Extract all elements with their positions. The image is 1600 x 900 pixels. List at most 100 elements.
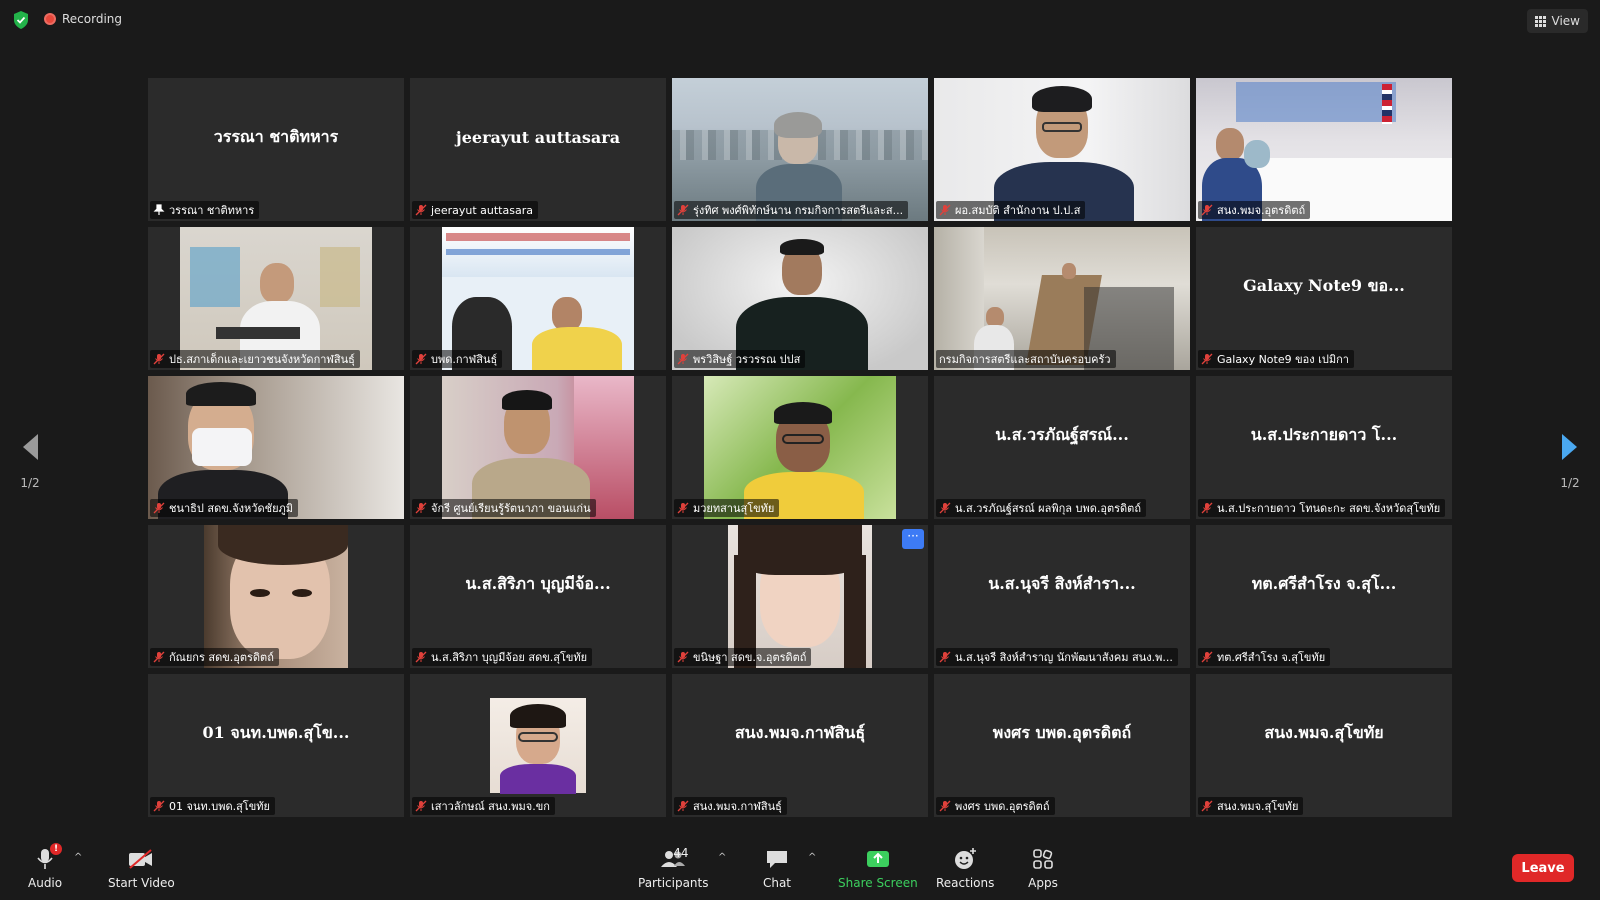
- participant-name: น.ส.ประกายดาว โทนดะกะ สดข.จังหวัดสุโขทัย: [1217, 502, 1441, 515]
- muted-mic-icon: [677, 204, 689, 216]
- previous-page-button[interactable]: 1/2: [10, 432, 50, 490]
- participant-tile[interactable]: ปธ.สภาเด็กและเยาวชนจังหวัดกาฬสินธุ์: [148, 227, 404, 370]
- participant-tile[interactable]: พงศร บพด.อุตรดิตถ์ พงศร บพด.อุตรดิตถ์: [934, 674, 1190, 817]
- participant-tile[interactable]: สนง.พมจ.สุโขทัย สนง.พมจ.สุโขทัย: [1196, 674, 1452, 817]
- active-speaker-tile[interactable]: กรมกิจการสตรีและสถาบันครอบครัว: [934, 227, 1190, 370]
- participant-tile[interactable]: น.ส.สิริภา บุญมีจ้อ... น.ส.สิริภา บุญมีจ…: [410, 525, 666, 668]
- participant-display-name: 01 จนท.บพด.สุโข...: [202, 723, 350, 742]
- participant-name: สนง.พมจ.กาฬสินธุ์: [693, 800, 782, 813]
- participant-tile[interactable]: มวยทสานสุโขทัย: [672, 376, 928, 519]
- muted-mic-icon: [677, 800, 689, 812]
- participant-name-tag: Galaxy Note9 ของ เปมิกา: [1198, 350, 1354, 368]
- participant-tile[interactable]: jeerayut auttasara jeerayut auttasara: [410, 78, 666, 221]
- participant-tile[interactable]: ชนาธิป สดข.จังหวัดชัยภูมิ: [148, 376, 404, 519]
- participant-name-tag: มวยทสานสุโขทัย: [674, 499, 780, 517]
- arrow-right-icon: [1562, 434, 1577, 460]
- participant-tile[interactable]: จักรี ศูนย์เรียนรู้รัตนาภา ขอนแก่น: [410, 376, 666, 519]
- participant-video: [728, 525, 872, 668]
- more-options-button[interactable]: ···: [902, 529, 924, 549]
- participant-tile[interactable]: น.ส.นุจรี สิงห์สำรา... น.ส.นุจรี สิงห์สำ…: [934, 525, 1190, 668]
- participant-tile[interactable]: บพด.กาฬสินธุ์: [410, 227, 666, 370]
- reactions-button[interactable]: Reactions: [936, 846, 994, 890]
- participant-name-tag: รุ่งทิศ พงศ์พิทักษ์นาน กรมกิจการสตรีและส…: [674, 201, 909, 219]
- audio-options-caret-icon[interactable]: ^: [74, 852, 82, 863]
- muted-mic-icon: [153, 800, 165, 812]
- participant-video: [148, 376, 404, 519]
- apps-button[interactable]: Apps: [1028, 846, 1058, 890]
- muted-mic-icon: [1201, 800, 1213, 812]
- participant-name-tag: กรมกิจการสตรีและสถาบันครอบครัว: [936, 350, 1116, 368]
- start-video-label: Start Video: [108, 876, 175, 890]
- muted-mic-icon: [939, 502, 951, 514]
- encryption-shield-icon[interactable]: [12, 10, 30, 30]
- audio-button[interactable]: ! Audio: [28, 843, 63, 890]
- participant-name-tag: จักรี ศูนย์เรียนรู้รัตนาภา ขอนแก่น: [412, 499, 596, 517]
- participant-tile[interactable]: สนง.พมจ.อุตรดิตถ์: [1196, 78, 1452, 221]
- muted-mic-icon: [153, 502, 165, 514]
- participant-tile[interactable]: น.ส.ประกายดาว โ... น.ส.ประกายดาว โทนดะกะ…: [1196, 376, 1452, 519]
- leave-meeting-button[interactable]: Leave: [1512, 854, 1574, 882]
- participant-name-tag: สนง.พมจ.อุตรดิตถ์: [1198, 201, 1311, 219]
- participant-name: กรมกิจการสตรีและสถาบันครอบครัว: [939, 353, 1111, 366]
- participant-display-name: jeerayut auttasara: [455, 128, 621, 147]
- participant-name-tag: ผอ.สมบัติ สำนักงาน ป.ป.ส: [936, 201, 1086, 219]
- participant-tile[interactable]: เสาวลักษณ์ สนง.พมจ.ขก: [410, 674, 666, 817]
- participant-tile[interactable]: กัณยกร สดข.อุตรดิตถ์: [148, 525, 404, 668]
- participant-name-tag: ปธ.สภาเด็กและเยาวชนจังหวัดกาฬสินธุ์: [150, 350, 360, 368]
- participant-tile[interactable]: วรรณา ชาติทหาร วรรณา ชาติทหาร: [148, 78, 404, 221]
- muted-mic-icon: [415, 353, 427, 365]
- participant-tile[interactable]: พรวิสิษฐ์ วรวรรณ ปปส: [672, 227, 928, 370]
- participant-video: [442, 376, 634, 519]
- participant-display-name: พงศร บพด.อุตรดิตถ์: [992, 723, 1132, 742]
- participant-tile[interactable]: ทต.ศรีสำโรง จ.สุโ... ทต.ศรีสำโรง จ.สุโขท…: [1196, 525, 1452, 668]
- chat-options-caret-icon[interactable]: ^: [808, 852, 816, 863]
- participant-name: 01 จนท.บพด.สุโขทัย: [169, 800, 270, 813]
- share-screen-icon: [866, 851, 889, 867]
- participants-button[interactable]: 44 Participants: [638, 846, 709, 890]
- muted-mic-icon: [677, 353, 689, 365]
- participant-name-tag: เสาวลักษณ์ สนง.พมจ.ขก: [412, 797, 555, 815]
- participant-display-name: น.ส.วรภัณฐ์สรณ์...: [995, 425, 1129, 444]
- view-button[interactable]: View: [1526, 9, 1588, 33]
- grid-view-icon: [1534, 15, 1546, 27]
- muted-mic-icon: [1201, 502, 1213, 514]
- audio-warning-badge: !: [50, 843, 63, 855]
- participant-name: สนง.พมจ.สุโขทัย: [1217, 800, 1299, 813]
- participant-video: [672, 227, 928, 370]
- participant-tile[interactable]: สนง.พมจ.กาฬสินธุ์ สนง.พมจ.กาฬสินธุ์: [672, 674, 928, 817]
- participants-count: 44: [673, 846, 689, 860]
- participant-tile[interactable]: ผอ.สมบัติ สำนักงาน ป.ป.ส: [934, 78, 1190, 221]
- participant-name: Galaxy Note9 ของ เปมิกา: [1217, 353, 1349, 366]
- participant-name: ปธ.สภาเด็กและเยาวชนจังหวัดกาฬสินธุ์: [169, 353, 355, 366]
- participant-gallery: วรรณา ชาติทหาร วรรณา ชาติทหาร jeerayut a…: [148, 78, 1454, 822]
- share-screen-button[interactable]: Share Screen: [838, 846, 918, 890]
- participant-video: [934, 78, 1190, 221]
- recording-indicator[interactable]: Recording: [44, 12, 122, 26]
- reactions-smiley-icon: [955, 848, 977, 869]
- participant-tile[interactable]: รุ่งทิศ พงศ์พิทักษ์นาน กรมกิจการสตรีและส…: [672, 78, 928, 221]
- participant-tile[interactable]: 01 จนท.บพด.สุโข... 01 จนท.บพด.สุโขทัย: [148, 674, 404, 817]
- muted-mic-icon: [939, 651, 951, 663]
- chat-icon: [767, 851, 787, 868]
- start-video-button[interactable]: Start Video: [108, 846, 175, 890]
- participant-name-tag: พงศร บพด.อุตรดิตถ์: [936, 797, 1055, 815]
- muted-mic-icon: [153, 353, 165, 365]
- apps-label: Apps: [1028, 876, 1058, 890]
- next-page-button[interactable]: 1/2: [1550, 432, 1590, 490]
- participant-video: [672, 78, 928, 221]
- muted-mic-icon: [939, 800, 951, 812]
- participant-name: ทต.ศรีสำโรง จ.สุโขทัย: [1217, 651, 1326, 664]
- participant-name: น.ส.นุจรี สิงห์สำราญ นักพัฒนาสังคม สนง.พ…: [955, 651, 1173, 664]
- participant-video: [180, 227, 372, 370]
- chat-button[interactable]: Chat: [762, 846, 792, 890]
- participant-display-name: ทต.ศรีสำโรง จ.สุโ...: [1251, 574, 1397, 593]
- participant-display-name: สนง.พมจ.สุโขทัย: [1264, 723, 1384, 742]
- video-off-icon: [129, 849, 153, 869]
- participant-name-tag: กัณยกร สดข.อุตรดิตถ์: [150, 648, 279, 666]
- participants-options-caret-icon[interactable]: ^: [718, 852, 726, 863]
- participant-video: [704, 376, 896, 519]
- participant-tile[interactable]: ··· ขนิษฐา สดข.จ.อุตรดิตถ์: [672, 525, 928, 668]
- participant-tile[interactable]: น.ส.วรภัณฐ์สรณ์... น.ส.วรภัณฐ์สรณ์ ผลพิก…: [934, 376, 1190, 519]
- participant-tile[interactable]: Galaxy Note9 ขอ... Galaxy Note9 ของ เปมิ…: [1196, 227, 1452, 370]
- participant-display-name: น.ส.นุจรี สิงห์สำรา...: [988, 574, 1136, 593]
